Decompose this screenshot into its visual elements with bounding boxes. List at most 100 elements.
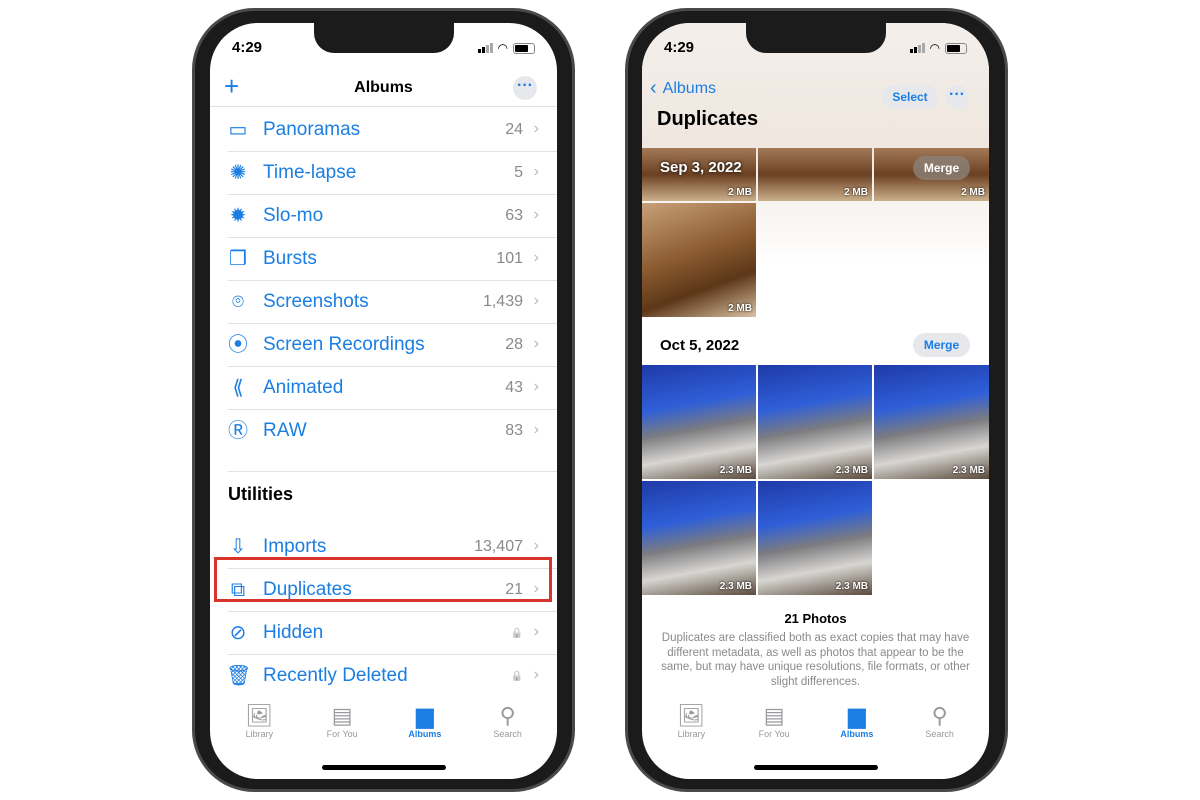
trash-icon: 🗑 (226, 665, 252, 687)
photo-tile[interactable]: 2 MB (758, 148, 872, 201)
library-icon: 🖼 (677, 703, 706, 728)
for-you-icon: ▤ (331, 703, 353, 728)
tab-label: Albums (408, 729, 442, 739)
album-count: 101 (496, 250, 523, 267)
album-count: 83 (505, 422, 523, 439)
select-button[interactable]: Select (882, 85, 938, 109)
chevron-right-icon: › (533, 206, 539, 223)
album-label: Animated (263, 377, 344, 398)
chevron-right-icon: › (533, 335, 539, 352)
chevron-right-icon: › (533, 163, 539, 180)
photo-tile[interactable]: 2.3 MB (758, 365, 872, 479)
album-label: Screenshots (263, 291, 369, 312)
chevron-right-icon: › (533, 292, 539, 309)
status-time: 4:29 (664, 39, 695, 56)
album-count: 43 (505, 379, 523, 396)
album-row-recently-deleted[interactable]: 🗑 Recently Deleted 🔒 › (210, 655, 557, 698)
file-size: 2.3 MB (952, 465, 985, 476)
group-date: Sep 3, 2022 (660, 159, 742, 176)
photo-tile[interactable]: 2.3 MB (758, 481, 872, 595)
signal-icon (477, 43, 493, 53)
albums-icon: ▆ (848, 703, 866, 728)
tab-library[interactable]: 🖼 Library (651, 699, 731, 779)
notch (746, 23, 886, 53)
album-label: Imports (263, 536, 327, 557)
timelapse-icon: ✺ (229, 162, 247, 184)
tab-label: Library (245, 729, 274, 739)
duplicates-description: Duplicates are classified both as exact … (661, 632, 970, 688)
photo-tile[interactable]: 2.3 MB (642, 481, 756, 595)
page-title: Duplicates (657, 108, 759, 130)
album-label: Recently Deleted (263, 665, 408, 686)
tab-search[interactable]: ⚲ Search (468, 699, 548, 779)
wifi-icon: ◠ (497, 41, 508, 55)
album-row-screenshots[interactable]: ⌾ Screenshots 1,439 › (210, 281, 557, 324)
merge-button[interactable]: Merge (913, 333, 970, 357)
lock-icon: 🔒 (510, 671, 523, 682)
file-size: 2.3 MB (719, 465, 752, 476)
photo-count: 21 Photos (784, 611, 847, 626)
album-row-screen-recordings[interactable]: ⦿ Screen Recordings 28 › (210, 324, 557, 367)
animated-icon: ⟪ (232, 377, 244, 399)
album-count: 1,439 (482, 293, 523, 310)
album-count: 24 (505, 121, 523, 138)
duplicates-highlight (214, 557, 552, 602)
page-title: Albums (354, 79, 413, 96)
screen-recording-icon: ⦿ (228, 334, 248, 356)
raw-icon: Ⓡ (228, 420, 248, 442)
tab-label: Albums (840, 729, 874, 739)
album-label: Bursts (263, 248, 317, 269)
album-row-bursts[interactable]: ❒ Bursts 101 › (210, 238, 557, 281)
battery-icon (945, 42, 967, 54)
album-label: Panoramas (263, 119, 361, 140)
album-label: Screen Recordings (263, 334, 425, 355)
album-count: 63 (505, 207, 523, 224)
album-row-animated[interactable]: ⟪ Animated 43 › (210, 367, 557, 410)
albums-icon: ▆ (416, 703, 434, 728)
tab-label: For You (326, 729, 358, 739)
chevron-right-icon: › (533, 249, 539, 266)
album-count: 28 (505, 336, 523, 353)
library-icon: 🖼 (245, 703, 274, 728)
ellipsis-icon[interactable]: ··· (513, 76, 537, 100)
tab-label: Search (925, 729, 954, 739)
wifi-icon: ◠ (929, 41, 940, 55)
merge-button[interactable]: Merge (913, 156, 970, 180)
back-button[interactable]: ‹ Albums (650, 77, 716, 100)
file-size: 2 MB (961, 187, 985, 198)
tab-label: Search (493, 729, 522, 739)
photo-tile[interactable]: 2 MB (642, 203, 756, 317)
tab-label: Library (677, 729, 706, 739)
for-you-icon: ▤ (763, 703, 785, 728)
section-divider (228, 471, 557, 472)
notch (314, 23, 454, 53)
tab-library[interactable]: 🖼 Library (219, 699, 299, 779)
battery-icon (513, 42, 535, 54)
file-size: 2 MB (728, 303, 752, 314)
ellipsis-icon[interactable]: ··· (945, 85, 969, 109)
album-row-slo-mo[interactable]: ✹ Slo-mo 63 › (210, 195, 557, 238)
photo-tile[interactable]: 2.3 MB (874, 365, 989, 479)
home-indicator (322, 765, 446, 770)
file-size: 2.3 MB (719, 581, 752, 592)
chevron-left-icon: ‹ (650, 77, 657, 99)
chevron-right-icon: › (533, 537, 539, 554)
signal-icon (909, 43, 925, 53)
album-row-time-lapse[interactable]: ✺ Time-lapse 5 › (210, 152, 557, 195)
search-icon: ⚲ (499, 703, 516, 728)
tab-label: For You (758, 729, 790, 739)
album-row-panoramas[interactable]: ▭ Panoramas 24 › (210, 109, 557, 152)
tab-search[interactable]: ⚲ Search (900, 699, 980, 779)
status-icons: ◠ (909, 41, 967, 55)
import-icon: ⇩ (229, 536, 247, 558)
screenshot-icon: ⌾ (232, 291, 244, 313)
album-row-hidden[interactable]: ⊘ Hidden 🔒 › (210, 612, 557, 655)
album-row-raw[interactable]: Ⓡ RAW 83 › (210, 410, 557, 453)
chevron-right-icon: › (533, 666, 539, 683)
right-phone: 4:29 ◠ ‹ Albums Select ··· Duplicates 2 M… (625, 8, 1008, 792)
photo-tile[interactable]: 2.3 MB (642, 365, 756, 479)
slomo-icon: ✹ (229, 205, 247, 227)
group-date: Oct 5, 2022 (660, 337, 740, 354)
album-count: 13,407 (474, 538, 523, 555)
chevron-right-icon: › (533, 378, 539, 395)
